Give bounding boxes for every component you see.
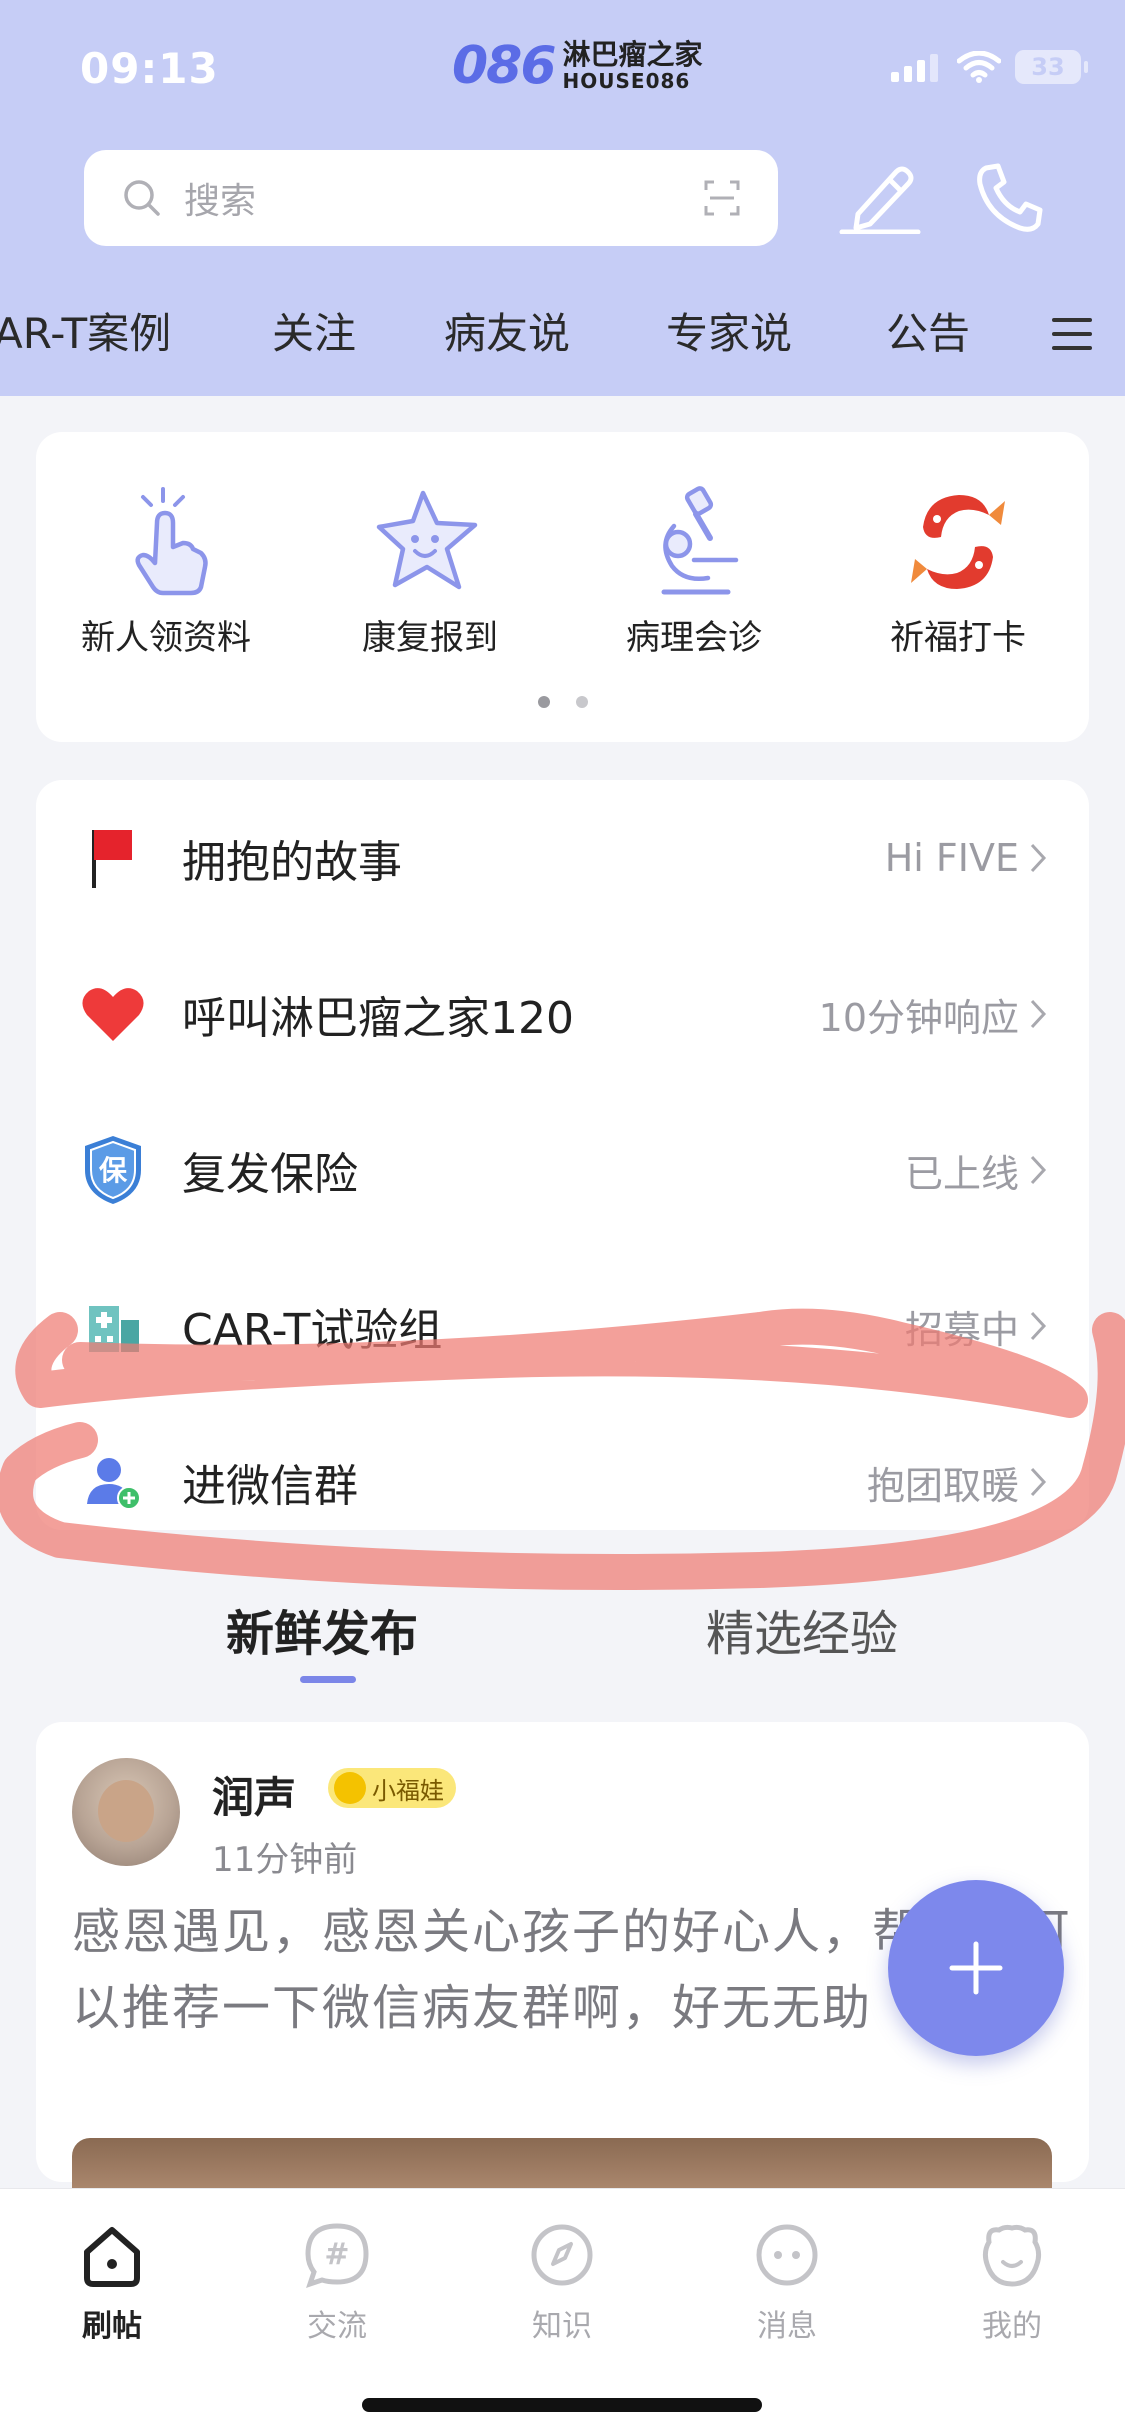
tap-hand-icon: [66, 482, 266, 602]
star-smile-icon: [330, 482, 530, 602]
wifi-icon: [957, 51, 1001, 83]
nav-label: 消息: [757, 2309, 817, 2344]
quick-action-label: 新人领资料: [81, 618, 251, 658]
list-item-wechat-group[interactable]: 进微信群 抱团取暖: [36, 1404, 1089, 1560]
app-logo: 086 淋巴瘤之家 HOUSE086: [452, 36, 703, 96]
page-indicator: [36, 696, 1089, 708]
tab-experts-say[interactable]: 专家说: [666, 300, 792, 361]
nav-profile[interactable]: 我的: [932, 2215, 1092, 2345]
signal-icon: [891, 54, 938, 82]
quick-action-recovery[interactable]: 康复报到: [330, 482, 530, 659]
list-item-hint: 已上线: [904, 1151, 1019, 1196]
top-tab-bar: AR-T案例 关注 病友说 专家说 公告: [0, 300, 1125, 360]
new-post-button[interactable]: [888, 1880, 1064, 2056]
compose-icon[interactable]: [838, 162, 922, 234]
compass-icon: [482, 2215, 642, 2295]
svg-text:保: 保: [99, 1154, 128, 1187]
quick-action-blessing[interactable]: 祈福打卡: [858, 482, 1058, 659]
list-item-title: 呼叫淋巴瘤之家120: [182, 993, 574, 1044]
logo-name-en: HOUSE086: [562, 69, 691, 93]
quick-action-new-user[interactable]: 新人领资料: [66, 482, 266, 659]
nav-label: 刷帖: [82, 2309, 142, 2344]
list-item-hint: 抱团取暖: [866, 1463, 1019, 1508]
menu-icon[interactable]: [1052, 316, 1092, 352]
status-time: 09:13: [80, 44, 219, 93]
post-time: 11分钟前: [212, 1840, 358, 1880]
quick-actions-card: 新人领资料 康复报到 病理会诊 祈福打卡: [36, 432, 1089, 742]
home-indicator: [362, 2398, 762, 2412]
tab-latest[interactable]: 新鲜发布: [226, 1594, 418, 1664]
hospital-icon: [80, 1293, 146, 1359]
tab-featured[interactable]: 精选经验: [706, 1594, 898, 1664]
nav-messages[interactable]: 消息: [707, 2215, 867, 2345]
search-icon: [124, 180, 160, 216]
heart-icon: [80, 981, 146, 1047]
microscope-icon: [594, 482, 794, 602]
chevron-right-icon: [1030, 1155, 1047, 1185]
nav-label: 我的: [982, 2309, 1042, 2344]
logo-name-cn: 淋巴瘤之家: [562, 38, 703, 71]
quick-action-label: 康复报到: [362, 618, 498, 658]
phone-icon[interactable]: [974, 162, 1044, 234]
quick-action-pathology[interactable]: 病理会诊: [594, 482, 794, 659]
tab-follow[interactable]: 关注: [272, 300, 356, 361]
post-username[interactable]: 润声: [212, 1764, 296, 1825]
tab-patients-say[interactable]: 病友说: [444, 300, 570, 361]
list-item-car-t[interactable]: CAR-T试验组 招募中: [36, 1248, 1089, 1404]
nav-chat[interactable]: # 交流: [257, 2215, 417, 2345]
badge-shirt-icon: [334, 1772, 366, 1804]
search-bar[interactable]: 搜索: [84, 150, 778, 246]
add-user-icon: [80, 1449, 146, 1515]
list-item-title: 进微信群: [182, 1461, 358, 1512]
page-dot-active: [537, 696, 550, 708]
nav-knowledge[interactable]: 知识: [482, 2215, 642, 2345]
list-item-title: 拥抱的故事: [182, 837, 402, 888]
list-item-title: 复发保险: [182, 1149, 358, 1200]
red-flag-icon: [80, 825, 146, 891]
profile-face-icon: [932, 2215, 1092, 2295]
logo-mark: 086: [452, 36, 557, 96]
feed-tab-bar: 新鲜发布 精选经验: [0, 1584, 1125, 1694]
list-item-story[interactable]: 拥抱的故事 Hi FIVE: [36, 780, 1089, 936]
koi-fish-icon: [858, 482, 1058, 602]
avatar[interactable]: [72, 1758, 180, 1866]
page-dot: [575, 696, 588, 708]
hashtag-bubble-icon: #: [257, 2215, 417, 2295]
battery-indicator: 33: [1015, 50, 1088, 84]
list-item-hint: Hi FIVE: [884, 836, 1019, 880]
nav-label: 交流: [307, 2309, 367, 2344]
tab-car-t-cases[interactable]: AR-T案例: [0, 300, 171, 361]
chevron-right-icon: [1030, 1467, 1047, 1497]
chevron-right-icon: [1030, 843, 1047, 873]
active-tab-indicator: [300, 1676, 356, 1683]
list-item-insurance[interactable]: 保 复发保险 已上线: [36, 1092, 1089, 1248]
list-item-hint: 招募中: [904, 1307, 1019, 1352]
tab-announcements[interactable]: 公告: [886, 300, 970, 361]
list-item-title: CAR-T试验组: [182, 1305, 443, 1356]
feature-list-card: 拥抱的故事 Hi FIVE 呼叫淋巴瘤之家120 10分钟响应 保 复发保险 已: [36, 780, 1089, 1530]
chevron-right-icon: [1030, 1311, 1047, 1341]
home-icon: [32, 2215, 192, 2295]
chat-bubble-icon: [707, 2215, 867, 2295]
status-indicators: 33: [891, 50, 1088, 84]
scan-icon[interactable]: [704, 180, 740, 216]
nav-label: 知识: [532, 2309, 592, 2344]
shield-icon: 保: [80, 1136, 146, 1204]
plus-icon: [949, 1941, 1003, 1995]
nav-home[interactable]: 刷帖: [32, 2215, 192, 2345]
search-placeholder: 搜索: [184, 181, 257, 222]
chevron-right-icon: [1030, 999, 1047, 1029]
svg-text:#: #: [324, 2237, 349, 2272]
app-header: 09:13 086 淋巴瘤之家 HOUSE086 33 搜索 AR-T案例 关注…: [0, 0, 1125, 396]
list-item-emergency[interactable]: 呼叫淋巴瘤之家120 10分钟响应: [36, 936, 1089, 1092]
user-badge: 小福娃: [328, 1768, 456, 1808]
list-item-hint: 10分钟响应: [818, 995, 1019, 1040]
quick-action-label: 祈福打卡: [890, 618, 1026, 658]
quick-action-label: 病理会诊: [626, 618, 762, 658]
